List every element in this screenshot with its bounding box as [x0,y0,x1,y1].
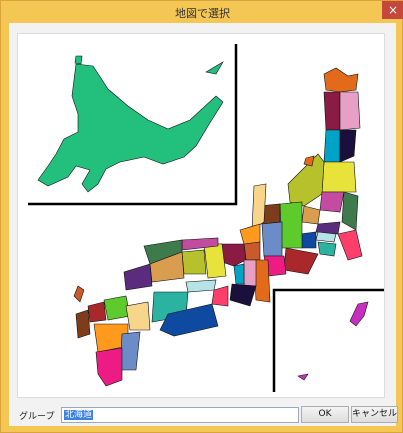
prefecture-okinawa-islands[interactable] [297,373,309,381]
prefecture-islands-west[interactable] [73,285,85,303]
japan-map-canvas[interactable] [18,34,384,397]
prefecture-oita[interactable] [125,301,151,331]
prefecture-kagawa[interactable] [185,279,217,293]
prefecture-sado[interactable] [303,155,315,167]
group-value: 北海道 [64,410,94,420]
prefecture-akita[interactable] [323,91,341,131]
prefecture-kagoshima[interactable] [95,347,123,387]
prefecture-ibaraki[interactable] [341,191,359,231]
japan-map[interactable] [17,33,385,398]
prefecture-miyagi[interactable] [339,129,357,163]
prefecture-shiga[interactable] [243,241,261,261]
prefecture-hokkaido-rishiri[interactable] [74,55,83,65]
group-field[interactable]: 北海道 [61,407,299,423]
prefecture-shizuoka[interactable] [283,247,319,275]
prefecture-chiba[interactable] [337,229,363,261]
prefecture-nara[interactable] [243,259,257,287]
prefecture-kanagawa[interactable] [317,241,337,257]
window-title: 地図で選択 [175,7,230,20]
ok-button[interactable]: OK [301,406,349,423]
prefecture-tochigi[interactable] [319,191,345,213]
group-label: グループ [19,412,55,422]
prefecture-wakayama[interactable] [229,283,257,307]
prefecture-mie[interactable] [253,259,271,303]
prefecture-tokyo[interactable] [315,231,337,243]
prefecture-gifu[interactable] [261,221,283,257]
cancel-button[interactable]: キャンセル [351,406,398,423]
footer-bar: グループ 北海道 OK キャンセル [9,403,398,426]
prefecture-fukui[interactable] [239,223,261,245]
prefecture-okayama[interactable] [181,249,207,275]
prefecture-okinawa[interactable] [349,301,369,327]
prefecture-yamagata[interactable] [323,129,341,163]
prefecture-miyazaki[interactable] [119,331,141,371]
okinawa-inset-frame [272,288,384,392]
prefecture-iwate[interactable] [339,91,361,131]
title-bar[interactable]: 地図で選択 × [1,1,403,23]
dialog-body: グループ 北海道 OK キャンセル [9,23,398,426]
prefecture-aomori[interactable] [323,67,359,93]
prefecture-yamaguchi[interactable] [123,263,153,291]
prefecture-nagasaki[interactable] [75,309,91,339]
close-button[interactable]: × [382,1,403,19]
prefecture-saga[interactable] [87,301,107,323]
prefecture-fukushima[interactable] [321,161,357,193]
close-icon: × [387,3,399,17]
prefecture-hokkaido[interactable] [37,63,224,193]
prefecture-osaka[interactable] [233,263,245,285]
prefecture-hyogo[interactable] [203,243,227,279]
prefecture-gunma[interactable] [301,205,321,225]
dialog-window: 地図で選択 × グループ 北海道 OK キャンセル [0,0,403,433]
prefecture-yamanashi[interactable] [299,231,317,249]
prefecture-nagano[interactable] [279,201,303,249]
prefecture-hokkaido-kuril[interactable] [205,61,224,75]
